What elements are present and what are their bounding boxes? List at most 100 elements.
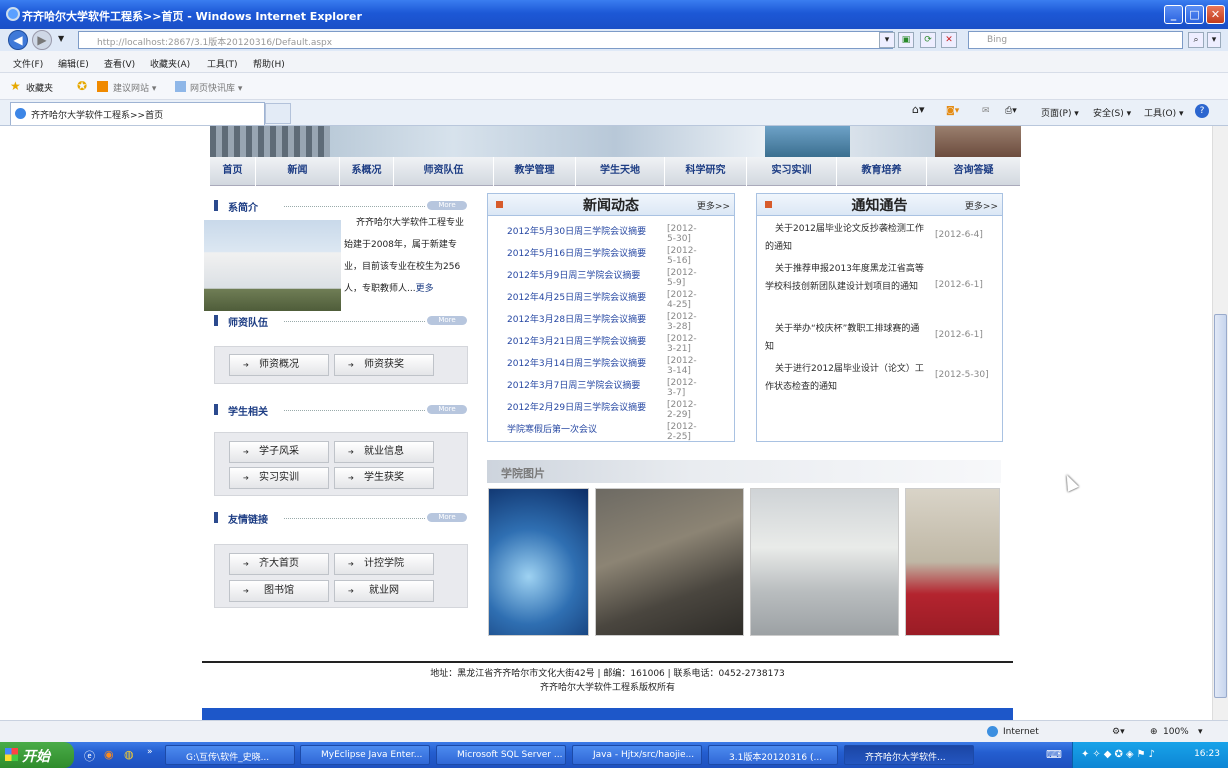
history-dropdown-icon[interactable]: ▼ [58,34,64,43]
gallery-photo[interactable] [488,488,589,636]
nav-home[interactable]: 首页 [210,157,256,186]
nav-education[interactable]: 教育培养 [837,157,927,186]
news-item[interactable]: 2012年5月16日周三学院会议摘要 [2012-5-16] [507,246,697,266]
webslice-gallery-button[interactable]: 网页快讯库 ▾ [190,81,242,94]
back-icon[interactable]: ◀ [8,30,28,50]
page-menu[interactable]: 页面(P) ▾ [1041,106,1079,119]
nav-teaching[interactable]: 教学管理 [494,157,576,186]
links-more-badge[interactable]: More [427,513,467,522]
menu-file[interactable]: 文件(F) [13,57,43,70]
language-bar-icon[interactable]: ⌨ [1046,748,1062,761]
quicklaunch-firefox-icon[interactable]: ◉ [104,748,114,761]
gallery-photo[interactable] [595,488,744,636]
read-mail-icon[interactable]: ✉ [982,106,990,116]
faculty-overview-button[interactable]: 师资概况 [229,354,329,376]
student-style-button[interactable]: 学子风采 [229,441,329,463]
help-icon[interactable]: ? [1195,104,1209,118]
notice-more-link[interactable]: 更多>> [965,199,998,212]
nav-consulting[interactable]: 咨询答疑 [927,157,1021,186]
news-item[interactable]: 2012年3月28日周三学院会议摘要 [2012-3-28] [507,312,697,332]
zoom-icon[interactable]: ⊕ [1150,727,1158,737]
minimize-button[interactable]: _ [1164,5,1183,24]
vertical-scrollbar[interactable] [1212,126,1228,720]
menu-help[interactable]: 帮助(H) [253,57,285,70]
search-icon[interactable]: ⌕ [1188,32,1204,48]
forward-icon[interactable]: ▶ [32,30,52,50]
notice-item[interactable]: 关于举办“校庆杯”教职工排球赛的通知 [2012-6-1] [765,320,983,356]
nav-internship[interactable]: 实习实训 [747,157,837,186]
menu-view[interactable]: 查看(V) [104,57,135,70]
employment-info-button[interactable]: 就业信息 [334,441,434,463]
students-more-badge[interactable]: More [427,405,467,414]
menu-edit[interactable]: 编辑(E) [58,57,89,70]
stop-icon[interactable]: ✕ [941,32,957,48]
library-link[interactable]: 图书馆 [229,580,329,602]
news-item[interactable]: 学院寒假后第一次会议 [2012-2-25] [507,422,697,442]
menu-tools[interactable]: 工具(T) [207,57,238,70]
internship-button[interactable]: 实习实训 [229,467,329,489]
scrollbar-thumb[interactable] [1214,314,1227,698]
tab-current[interactable]: 齐齐哈尔大学软件工程系>>首页 [10,102,265,125]
taskbar-item-myeclipse[interactable]: MyEclipse Java Enter... [300,745,430,765]
computer-college-link[interactable]: 计控学院 [334,553,434,575]
intro-more-badge[interactable]: More [427,201,467,210]
address-input[interactable]: http://localhost:2867/3.1版本20120316/Defa… [78,31,893,49]
nav-faculty[interactable]: 师资队伍 [394,157,494,186]
gallery-photo[interactable] [750,488,899,636]
nav-overview[interactable]: 系概况 [340,157,394,186]
nav-news[interactable]: 新闻 [256,157,340,186]
feeds-icon[interactable]: ◙▾ [946,106,959,116]
gallery-photo[interactable] [905,488,1000,636]
address-dropdown-icon[interactable]: ▾ [879,32,895,48]
news-item[interactable]: 2012年5月9日周三学院会议摘要 [2012-5-9] [507,268,697,288]
zoom-dropdown-icon[interactable]: ▾ [1198,727,1203,737]
taskbar-item-explorer[interactable]: G:\互传\软件_史晓... [165,745,295,765]
new-tab-button[interactable] [265,103,291,124]
clock[interactable]: 16:23 [1194,749,1220,759]
news-item[interactable]: 2012年4月25日周三学院会议摘要 [2012-4-25] [507,290,697,310]
tools-menu[interactable]: 工具(O) ▾ [1144,106,1184,119]
nav-students[interactable]: 学生天地 [576,157,665,186]
window-titlebar[interactable]: 齐齐哈尔大学软件工程系>>首页 - Windows Internet Explo… [0,0,1228,29]
student-awards-button[interactable]: 学生获奖 [334,467,434,489]
notice-item[interactable]: 关于2012届毕业论文反抄袭检测工作的通知 [2012-6-4] [765,220,983,256]
taskbar-item-sqlserver[interactable]: Microsoft SQL Server ... [436,745,566,765]
news-item[interactable]: 2012年3月14日周三学院会议摘要 [2012-3-14] [507,356,697,376]
search-options-icon[interactable]: ▾ [1207,32,1221,48]
news-item[interactable]: 2012年5月30日周三学院会议摘要 [2012-5-30] [507,224,697,244]
taskbar-item-java[interactable]: Java - Hjtx/src/haojie... [572,745,702,765]
notice-item[interactable]: 关于进行2012届毕业设计（论文）工作状态检查的通知 [2012-5-30] [765,360,989,396]
news-more-link[interactable]: 更多>> [697,199,730,212]
refresh-icon[interactable]: ⟳ [920,32,936,48]
safety-menu[interactable]: 安全(S) ▾ [1093,106,1131,119]
taskbar-item-ie[interactable]: 齐齐哈尔大学软件... [844,745,974,765]
add-favorite-icon[interactable]: ✪ [77,79,87,93]
home-icon[interactable]: ⌂▾ [912,103,925,116]
faculty-awards-button[interactable]: 师资获奖 [334,354,434,376]
quicklaunch-ie-icon[interactable]: ⓔ [84,748,95,764]
news-item[interactable]: 2012年3月21日周三学院会议摘要 [2012-3-21] [507,334,697,354]
zoom-level[interactable]: 100% [1163,727,1189,737]
print-icon[interactable]: ⎙▾ [1005,106,1017,116]
nav-research[interactable]: 科学研究 [665,157,747,186]
intro-more-link[interactable]: 更多 [416,284,434,294]
notice-item[interactable]: 关于推荐申报2013年度黑龙江省高等学校科技创新团队建设计划项目的通知 [2012… [765,260,983,296]
tray-icons[interactable]: ✦✧◆✪◈⚑♪ [1081,749,1158,760]
compat-view-icon[interactable]: ▣ [898,32,914,48]
news-item[interactable]: 2012年2月29日周三学院会议摘要 [2012-2-29] [507,400,697,420]
quicklaunch-chrome-icon[interactable]: ◍ [124,748,134,761]
quicklaunch-more-icon[interactable]: » [147,747,153,757]
close-button[interactable]: ✕ [1206,5,1225,24]
favorites-button[interactable]: 收藏夹 [26,81,53,94]
protected-mode-icon[interactable]: ⚙▾ [1112,727,1125,737]
maximize-button[interactable]: □ [1185,5,1204,24]
news-item[interactable]: 2012年3月7日周三学院会议摘要 [2012-3-7] [507,378,697,398]
employment-site-link[interactable]: 就业网 [334,580,434,602]
search-input[interactable]: Bing [968,31,1183,49]
suggested-sites-button[interactable]: 建议网站 ▾ [113,81,156,94]
menu-favorites[interactable]: 收藏夹(A) [150,57,190,70]
taskbar-item-folder[interactable]: 3.1版本20120316 (... [708,745,838,765]
faculty-more-badge[interactable]: More [427,316,467,325]
start-button[interactable]: 开始 [0,742,74,768]
qqhru-home-link[interactable]: 齐大首页 [229,553,329,575]
